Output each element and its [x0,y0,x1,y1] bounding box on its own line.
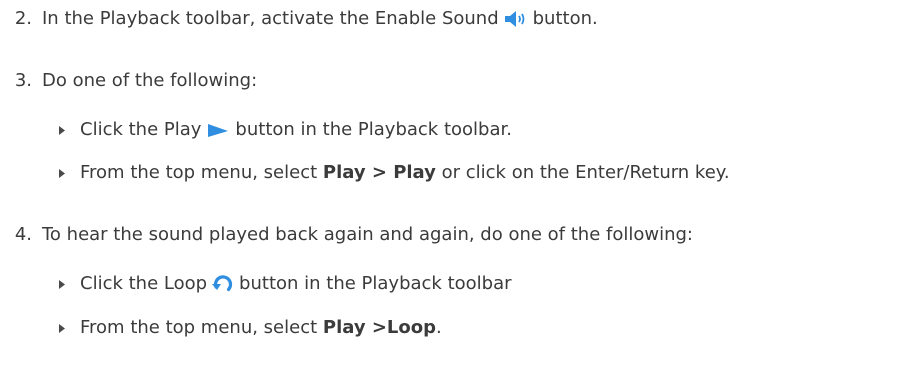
bullet-item: From the top menu, select Play >Loop. [59,316,442,340]
bullet-text: From the top menu, select [80,317,318,338]
bullet-item: From the top menu, select Play > Play or… [59,161,730,185]
bullet-icon [59,316,67,340]
bullet-item: Click the Loop button in the Playback to… [59,272,512,296]
bullet-text: Click the Loop [80,273,208,294]
bullet-text: From the top menu, select [80,162,318,183]
bullet-item: Click the Play button in the Playback to… [59,118,512,142]
play-icon [205,122,231,138]
loop-icon [211,273,235,295]
bullet-icon [59,272,67,296]
speaker-icon [503,9,529,29]
bullet-text-end: button in the Playback toolbar. [235,119,512,140]
bullet-text-end: or click on the Enter/Return key. [441,162,730,183]
step-4: 4. To hear the sound played back again a… [12,223,693,247]
step-3: 3. Do one of the following: [12,69,257,93]
bullet-text-end: . [436,317,442,338]
menu-path: Play > Play [322,162,436,183]
step-2: 2. In the Playback toolbar, activate the… [12,7,598,31]
step-text: To hear the sound played back again and … [42,224,693,245]
step-number: 4. [14,224,32,245]
bullet-text-end: button in the Playback toolbar [239,273,512,294]
step-number: 3. [14,70,32,91]
help-page: 2. In the Playback toolbar, activate the… [0,0,912,368]
step-text-end: button. [532,8,598,29]
bullet-text: Click the Play [80,119,202,140]
step-text: Do one of the following: [42,70,258,91]
bullet-icon [59,161,67,185]
bullet-icon [59,118,67,142]
menu-path: Play >Loop [322,317,437,338]
step-number: 2. [14,8,32,29]
step-text: In the Playback toolbar, activate the En… [42,8,499,29]
